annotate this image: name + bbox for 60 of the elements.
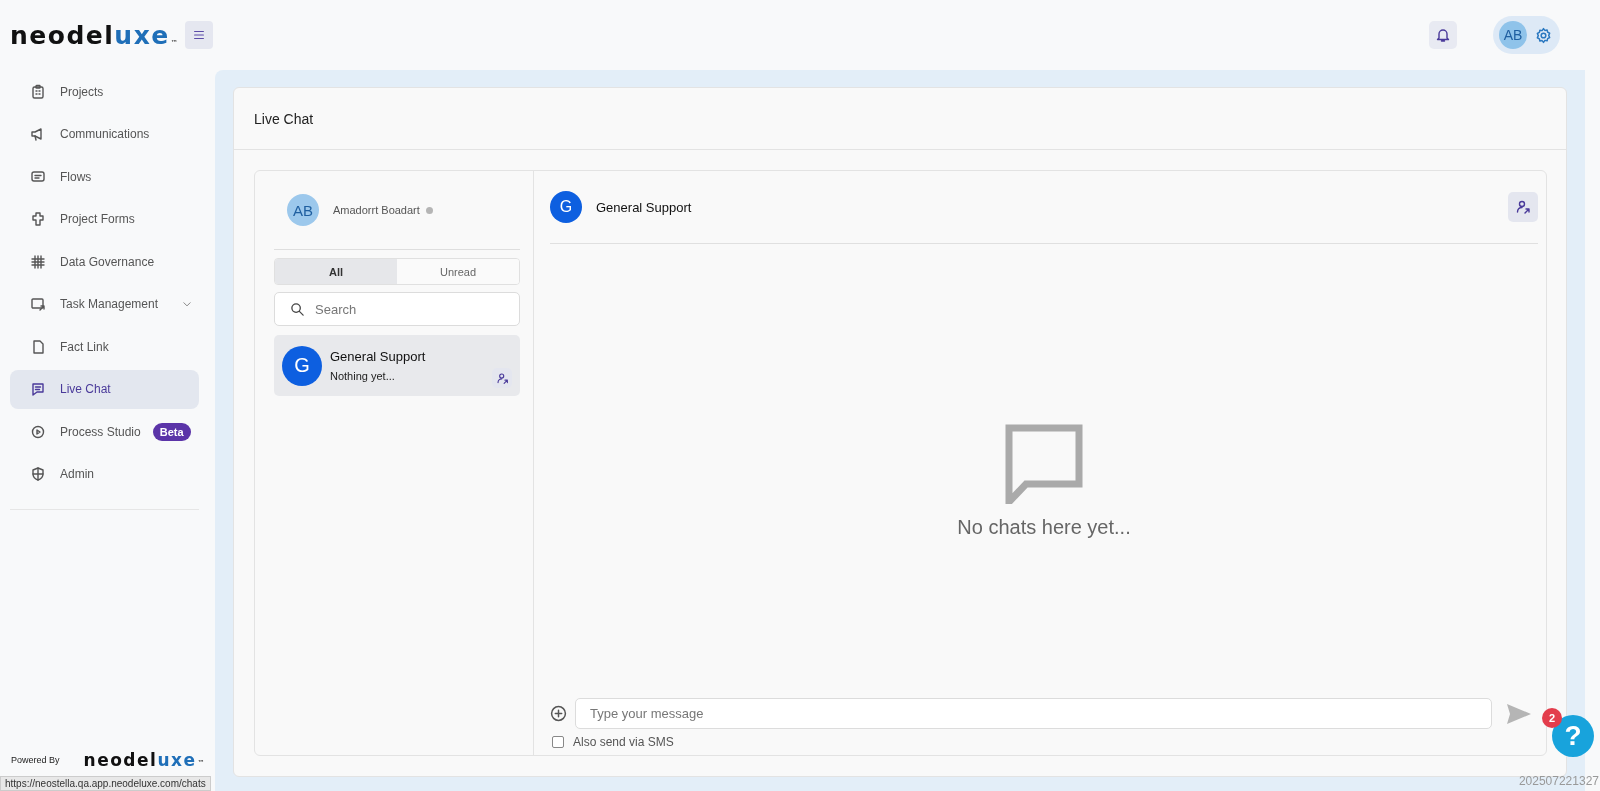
sms-label: Also send via SMS (573, 735, 674, 749)
beta-badge: Beta (152, 422, 191, 441)
nav-item[interactable]: Projects (10, 72, 199, 111)
page-title: Live Chat (254, 110, 314, 127)
sms-checkbox[interactable] (552, 736, 564, 748)
user-avatar: AB (1499, 21, 1527, 49)
nav-item[interactable]: Data Governance (10, 242, 199, 281)
search-field[interactable]: Search (274, 292, 520, 326)
nav-label: Admin (60, 467, 94, 481)
chat-name: General Support (330, 349, 427, 364)
person-arrow-icon (1515, 199, 1531, 215)
nav-label: Communications (60, 127, 150, 141)
nav-label: Live Chat (60, 382, 111, 396)
nav-label: Fact Link (60, 339, 109, 354)
build-number: 202507221327 (1518, 774, 1599, 788)
nav-label: Data Governance (60, 254, 155, 269)
message-icon (30, 168, 46, 185)
status-url: https://neostella.qa.app.neodeluxe.com/chats (0, 776, 211, 791)
chat-bubble-icon (1004, 423, 1084, 504)
add-icon (550, 705, 567, 722)
nav-item[interactable]: Task Management (10, 284, 199, 324)
shield-icon (30, 466, 46, 482)
agent-name: Amadorrt Boadart (333, 204, 420, 216)
account-pill[interactable]: AB (1493, 16, 1560, 54)
powered-by-label: Powered By (11, 755, 60, 765)
notifications-button[interactable] (1429, 21, 1457, 49)
clipboard-icon (30, 83, 46, 100)
chat-item[interactable]: G General Support Nothing yet... (274, 335, 520, 396)
chat-avatar: G (282, 345, 322, 386)
nav-item[interactable]: Project Forms (10, 199, 199, 239)
nav-item[interactable]: Live Chat (10, 369, 199, 409)
document-icon (30, 338, 46, 355)
nav-label: Projects (60, 84, 104, 99)
menu-icon (192, 28, 207, 42)
nav-item[interactable]: Fact Link (10, 327, 199, 366)
grid-icon (30, 253, 46, 270)
conversation-name: General Support (596, 199, 693, 215)
message-field[interactable]: Type your message (575, 698, 1492, 729)
nav-item[interactable]: Process Studio Beta (10, 412, 199, 451)
assign-button[interactable] (1508, 192, 1538, 222)
screen-share-icon (30, 296, 46, 312)
filter-tab[interactable]: All (275, 259, 397, 284)
nav-label: Task Management (60, 297, 159, 311)
nav-item[interactable]: Flows (10, 157, 199, 196)
chat-preview: Nothing yet... (330, 370, 396, 382)
assign-button[interactable] (492, 368, 512, 388)
nav-item[interactable]: Admin (10, 454, 199, 494)
chat-icon (30, 381, 46, 397)
search-icon (290, 302, 305, 317)
nav-label: Project Forms (60, 212, 135, 226)
person-arrow-icon (495, 371, 509, 385)
nav-label: Flows (60, 169, 92, 184)
menu-button[interactable] (185, 21, 214, 49)
nav-label: Process Studio (60, 424, 141, 439)
bell-icon (1435, 27, 1451, 43)
agent-avatar: AB (287, 194, 319, 226)
conversation-avatar: G (550, 191, 582, 223)
empty-message: No chats here yet... (957, 515, 1131, 539)
settings-icon (1535, 26, 1552, 44)
nav-item[interactable]: Communications (10, 114, 199, 154)
